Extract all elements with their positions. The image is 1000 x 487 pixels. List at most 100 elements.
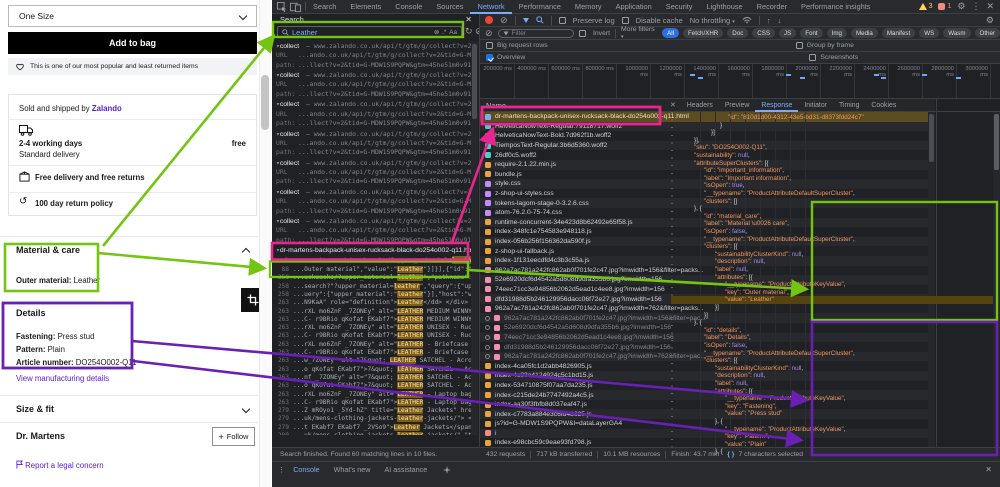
search-result-group[interactable]: ▾collect — www.zalando.co.uk/api/t/gtm/g… <box>276 130 472 158</box>
filter-pill-other[interactable]: Other <box>975 28 1000 38</box>
json-line[interactable]: "isOpen": false, <box>683 228 993 236</box>
invert-checkbox[interactable] <box>579 30 586 37</box>
errors-badge[interactable]: 1 <box>938 3 951 10</box>
throttling-select[interactable]: No throttling ▾ <box>690 16 735 25</box>
json-line[interactable]: "__typename": "ProductAttributeDefaultSu… <box>683 236 993 244</box>
settings-gear-icon[interactable]: ⚙ <box>957 1 965 12</box>
result-group-header[interactable]: ▾collect — www.zalando.co.uk/api/t/gtm/g… <box>276 130 472 139</box>
search-result-group[interactable]: ▾collect — www.zalando.co.uk/api/t/gtm/g… <box>276 159 472 187</box>
search-match-row[interactable]: 279...Z mROyo1 _5Yd-hZ" title="Leather J… <box>276 407 472 415</box>
result-line[interactable]: path:...llect?v=2&tid=G-MDW1S9PQPW&gtm=4… <box>276 119 472 128</box>
search-match-row[interactable]: 263...w_7ZONEy" alt="7&quot; LEATHER SAT… <box>276 357 472 365</box>
tab-console[interactable]: Console <box>388 0 429 14</box>
filter-pill-manifest[interactable]: Manifest <box>882 28 915 38</box>
result-line[interactable]: URL...ando.co.uk/api/t/gtm/g/collect?v=2… <box>276 80 472 89</box>
json-line[interactable]: "attributeSuperClusters": [{ <box>683 160 993 168</box>
json-line[interactable]: "isOpen": false, <box>683 342 993 350</box>
json-line[interactable]: "clusters": [] <box>683 198 993 206</box>
filter-pill-img[interactable]: Img <box>827 28 847 38</box>
import-har-icon[interactable]: ↑ <box>767 16 771 25</box>
tab-sources[interactable]: Sources <box>429 0 470 14</box>
json-line[interactable]: "key": "Pattern", <box>683 433 993 441</box>
filter-pill-css[interactable]: CSS <box>752 28 775 38</box>
result-line[interactable]: URL...ando.co.uk/api/t/gtm/g/collect?v=2… <box>276 168 472 177</box>
tab-application[interactable]: Application <box>609 0 659 14</box>
drawer-item-aiassistance[interactable]: AI assistance <box>385 465 428 474</box>
search-match-row[interactable]: 279...uk/mens-clothing-jackets-leather-j… <box>276 415 472 423</box>
json-line[interactable]: }] <box>683 129 993 137</box>
filter-input[interactable]: Filter <box>498 29 574 38</box>
json-line[interactable]: "clusters": [{ <box>683 243 993 251</box>
json-line[interactable]: "id": "details", <box>683 327 993 335</box>
disable-cache-checkbox[interactable] <box>622 17 629 24</box>
json-line[interactable]: }, { <box>683 448 993 456</box>
report-legal-concern-link[interactable]: Report a legal concern <box>16 460 104 470</box>
filter-funnel-icon[interactable] <box>523 18 529 23</box>
json-line[interactable]: "key": "Fastening", <box>683 403 993 411</box>
zalando-link[interactable]: Zalando <box>92 104 122 113</box>
result-group-header[interactable]: ▾collect — www.zalando.co.uk/api/t/gtm/g… <box>276 100 472 109</box>
result-line[interactable]: URL...ando.co.uk/api/t/gtm/g/collect?v=2… <box>276 197 472 206</box>
follow-button[interactable]: + Follow <box>212 427 255 446</box>
page-scrollbar-thumb[interactable] <box>261 75 269 130</box>
search-match-row[interactable]: 279...t EKabf7 EKabf7 _2VSo9">Leather Ja… <box>276 424 472 432</box>
tab-performance[interactable]: Performance <box>512 0 568 14</box>
search-input[interactable]: Leather ⊗ .* Aa <box>277 26 462 38</box>
json-line[interactable]: "__typename": "ProductAttributeKeyValue"… <box>683 395 993 403</box>
search-match-row[interactable]: 258...uery":{"upper_material":"leather"}… <box>276 291 472 299</box>
json-line[interactable]: "value": "Leather" <box>671 296 993 304</box>
result-line[interactable]: URL...ando.co.uk/api/t/gtm/g/collect?v=2… <box>276 51 472 60</box>
tab-elements[interactable]: Elements <box>343 0 388 14</box>
detail-tab-headers[interactable]: Headers <box>681 99 719 112</box>
more-filters-button[interactable]: More filters ▾ <box>621 26 657 40</box>
add-to-bag-button[interactable]: Add to bag <box>8 32 257 54</box>
filter-pill-doc[interactable]: Doc <box>727 28 748 38</box>
manufacturing-details-link[interactable]: View manufacturing details <box>16 374 109 383</box>
search-match-row[interactable]: 263...o qKofat EKabf7">7&quot; LEATHER S… <box>276 382 472 390</box>
json-line[interactable]: "description": null, <box>683 258 993 266</box>
screenshots-checkbox[interactable] <box>809 54 816 61</box>
result-line[interactable]: URL...ando.co.uk/api/t/gtm/g/collect?v=2… <box>276 226 472 235</box>
search-match-row[interactable]: 263...rXL mo6ZnF _7ZONEy" alt="LEATHER U… <box>276 324 472 332</box>
drawer-item-console[interactable]: Console <box>293 465 319 474</box>
overview-checkbox[interactable] <box>486 54 493 61</box>
clear-search-icon[interactable]: ⊗ <box>434 29 439 36</box>
tab-search[interactable]: Search <box>306 0 343 14</box>
search-match-row[interactable]: 263...C- r9BRio qKofat EKabf7">LEATHER -… <box>276 349 472 357</box>
json-line[interactable]: }] <box>683 304 993 312</box>
match-case-toggle[interactable]: Aa <box>449 29 457 36</box>
response-vscrollbar-thumb[interactable] <box>994 114 999 170</box>
filter-pill-js[interactable]: JS <box>779 28 796 38</box>
preserve-log-checkbox[interactable] <box>559 17 566 24</box>
result-line[interactable]: path:...llect?v=2&tid=G-MDW1S9PQPW&gtm=4… <box>276 61 472 70</box>
result-file-header[interactable]: ▾dr-martens-backpack-unisex-rucksack-bla… <box>276 246 472 255</box>
json-line[interactable]: }, { <box>683 205 993 213</box>
search-match-row[interactable]: 280...uk/mens-clothing-jackets-leather-j… <box>276 432 472 435</box>
detail-tab-response[interactable]: Response <box>755 99 798 112</box>
detail-tab-timing[interactable]: Timing <box>833 99 865 112</box>
tab-lighthouse[interactable]: Lighthouse <box>699 0 749 14</box>
result-group-header[interactable]: ▾collect — www.zalando.co.uk/api/t/gtm/g… <box>276 42 472 51</box>
json-line[interactable]: "clusters": [{ <box>683 357 993 365</box>
warnings-badge[interactable]: 3 <box>919 3 933 10</box>
close-devtools-icon[interactable]: ✕ <box>986 1 994 12</box>
result-line[interactable]: path:...llect?v=2&tid=G-MDW1S9PQPW&gtm=4… <box>276 177 472 186</box>
clear-network-icon[interactable]: ⊘ <box>500 15 508 26</box>
filter-pill-ws[interactable]: WS <box>919 28 939 38</box>
json-line[interactable]: }, { <box>683 418 993 426</box>
filter-pill-media[interactable]: Media <box>851 28 878 38</box>
result-line[interactable]: path:...llect?v=2&tid=G-MDW1S9PQPW&gtm=4… <box>276 148 472 157</box>
filter-clear-icon[interactable]: ⊘ <box>485 28 493 39</box>
result-line[interactable]: path:...llect?v=2&tid=G-MDW1S9PQPW&gtm=4… <box>276 236 472 245</box>
filter-pill-fetchxhr[interactable]: Fetch/XHR <box>683 28 723 38</box>
drawer-menu-icon[interactable]: ⋮ <box>278 465 285 474</box>
search-match-row[interactable]: 263...C- r9BRio qKofat EKabf7">LEATHER M… <box>276 316 472 324</box>
json-line[interactable]: "attributes": [{ <box>683 388 993 396</box>
json-line[interactable]: "label": null, <box>683 380 993 388</box>
network-settings-gear-icon[interactable]: ⚙ <box>986 15 994 26</box>
network-overview-timeline[interactable]: 200000 ms400000 ms600000 ms800000 ms1000… <box>480 64 1000 99</box>
json-line[interactable]: "id": "810d1d00-4312-43e5-bd31-d8373fdd2… <box>683 114 993 122</box>
json-line[interactable]: }, { <box>683 319 993 327</box>
regex-toggle[interactable]: .* <box>442 29 446 36</box>
group-by-frame-checkbox[interactable] <box>796 42 803 49</box>
